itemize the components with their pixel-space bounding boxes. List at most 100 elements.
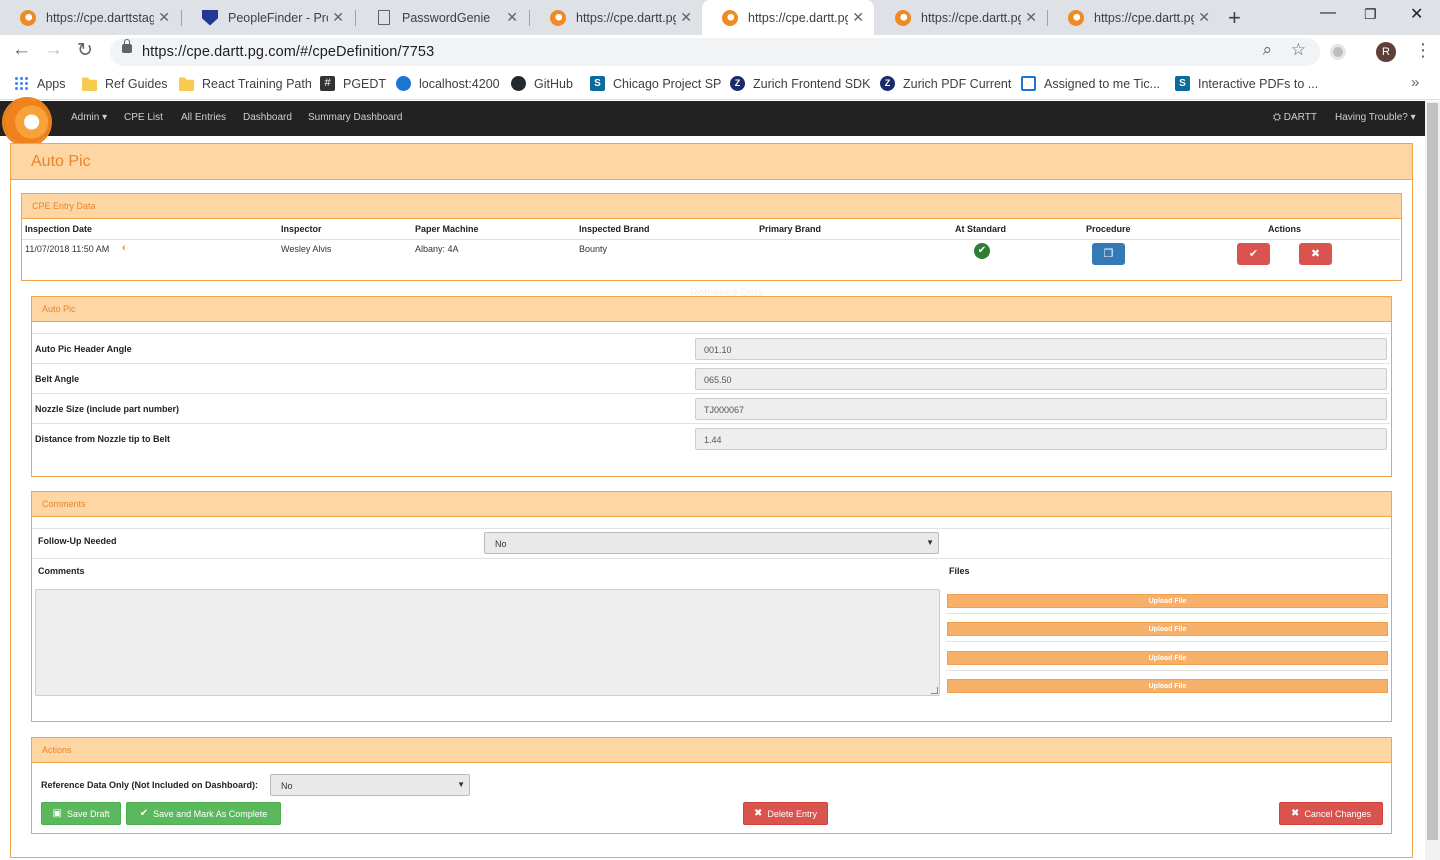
bookmark-zurich-pdf[interactable]: Z Zurich PDF Current	[880, 76, 1011, 91]
browser-tab[interactable]: https://cpe.dartt.pg.c ✕	[1048, 0, 1220, 35]
close-icon: ✖	[1291, 808, 1300, 819]
chevron-left-icon[interactable]: ‹	[122, 242, 126, 254]
bookmark-interactive-pdfs[interactable]: S Interactive PDFs to ...	[1175, 76, 1318, 91]
cell-paper-machine: Albany: 4A	[415, 244, 459, 254]
follow-up-select[interactable]: No ▼	[484, 532, 939, 554]
divider	[946, 641, 1389, 642]
browser-tab[interactable]: https://cpe.dartt.pg.c ✕	[530, 0, 702, 35]
follow-up-value: No	[495, 539, 507, 549]
bookmark-zurich-sdk[interactable]: Z Zurich Frontend SDK	[730, 76, 870, 91]
nav-having-trouble[interactable]: Having Trouble? ▾	[1335, 112, 1416, 123]
bookmark-label: localhost:4200	[419, 76, 500, 91]
field-label: Distance from Nozzle tip to Belt	[35, 434, 171, 444]
bookmark-assigned-tickets[interactable]: Assigned to me Tic...	[1021, 76, 1160, 91]
dartt-logo-icon[interactable]	[4, 99, 50, 145]
browser-tab-strip: https://cpe.darttstag ✕ PeopleFinder - P…	[0, 0, 1440, 35]
browser-tab[interactable]: https://cpe.darttstag ✕	[0, 0, 180, 35]
bookmark-label: Interactive PDFs to ...	[1198, 76, 1319, 91]
scrollbar-thumb[interactable]	[1427, 103, 1438, 840]
close-tab-icon[interactable]: ✕	[852, 9, 864, 26]
browser-menu-icon[interactable]: ⋮	[1414, 40, 1432, 61]
bookmark-apps[interactable]: Apps	[14, 76, 66, 91]
nav-all-entries[interactable]: All Entries	[181, 112, 226, 123]
close-tab-icon[interactable]: ✕	[680, 9, 692, 26]
forward-arrow-icon[interactable]: →	[44, 39, 63, 61]
bookmark-pgedt[interactable]: # PGEDT	[320, 76, 386, 91]
browser-tab[interactable]: https://cpe.dartt.pg.c ✕	[875, 0, 1047, 35]
extension-icon[interactable]	[1330, 44, 1346, 60]
bookmark-react-training[interactable]: React Training Path	[179, 76, 312, 91]
delete-entry-button[interactable]: ✖ Delete Entry	[743, 802, 828, 825]
profile-avatar[interactable]: R	[1376, 42, 1396, 62]
browser-tab[interactable]: PeopleFinder - Profil ✕	[182, 0, 354, 35]
bookmark-star-icon[interactable]: ☆	[1291, 40, 1306, 60]
upload-file-button[interactable]: Upload File	[947, 651, 1388, 665]
header-angle-input[interactable]: 001.10	[695, 338, 1387, 360]
nav-dashboard[interactable]: Dashboard	[243, 112, 292, 123]
divider	[32, 528, 1390, 529]
cancel-changes-button[interactable]: ✖ Cancel Changes	[1279, 802, 1383, 825]
close-tab-icon[interactable]: ✕	[1198, 9, 1210, 26]
auto-pic-panel-title: Auto Pic	[32, 297, 1391, 322]
browser-tab-active[interactable]: https://cpe.dartt.pg.c ✕	[702, 0, 874, 35]
save-complete-button[interactable]: ✔ Save and Mark As Complete	[126, 802, 281, 825]
nav-dartt[interactable]: ⛭ DARTT	[1273, 112, 1317, 123]
page-scrollbar[interactable]	[1425, 101, 1440, 860]
new-tab-icon[interactable]: +	[1228, 5, 1241, 31]
reference-data-select[interactable]: No ▼	[270, 774, 470, 796]
col-inspection-date: Inspection Date	[25, 224, 93, 234]
dartt-favicon-icon	[895, 9, 911, 26]
shield-favicon-icon	[202, 9, 218, 26]
nozzle-size-input[interactable]: TJ000067	[695, 398, 1387, 420]
upload-file-button[interactable]: Upload File	[947, 622, 1388, 636]
globe-icon	[396, 76, 411, 91]
zurich-icon: Z	[730, 76, 745, 91]
more-bookmarks-icon[interactable]: »	[1411, 74, 1419, 91]
upload-file-button[interactable]: Upload File	[947, 679, 1388, 693]
hash-icon: #	[320, 76, 335, 91]
address-bar[interactable]: https://cpe.dartt.pg.com/#/cpeDefinition…	[110, 38, 1320, 66]
check-icon: ✔	[1248, 248, 1259, 260]
folder-icon	[82, 77, 97, 91]
dartt-favicon-icon	[20, 9, 36, 26]
close-tab-icon[interactable]: ✕	[158, 9, 170, 26]
col-paper-machine: Paper Machine	[415, 224, 479, 234]
delete-entry-label: Delete Entry	[767, 808, 817, 819]
restore-icon[interactable]: ❐	[1364, 6, 1377, 23]
reload-icon[interactable]: ↻	[77, 39, 93, 62]
minimize-icon[interactable]: —	[1320, 4, 1336, 22]
back-arrow-icon[interactable]: ←	[12, 39, 31, 61]
tab-title: https://cpe.dartt.pg.c	[576, 10, 677, 25]
reject-entry-button[interactable]: ✖	[1299, 243, 1332, 265]
procedure-copy-button[interactable]: ❐	[1092, 243, 1125, 265]
tab-title: https://cpe.dartt.pg.c	[921, 10, 1022, 25]
close-tab-icon[interactable]: ✕	[506, 9, 518, 26]
close-tab-icon[interactable]: ✕	[1025, 9, 1037, 26]
url-text[interactable]: https://cpe.dartt.pg.com/#/cpeDefinition…	[142, 44, 434, 60]
nav-cpe-list[interactable]: CPE List	[124, 112, 163, 123]
bookmark-ref-guides[interactable]: Ref Guides	[82, 76, 168, 91]
close-window-icon[interactable]: ✕	[1410, 4, 1423, 24]
approve-entry-button[interactable]: ✔	[1237, 243, 1270, 265]
browser-tab[interactable]: PasswordGenie ✕	[356, 0, 528, 35]
table-divider	[22, 239, 1400, 240]
bookmark-localhost[interactable]: localhost:4200	[396, 76, 500, 91]
nav-admin[interactable]: Admin ▾	[71, 112, 107, 123]
files-label: Files	[949, 566, 970, 576]
nav-summary-dashboard[interactable]: Summary Dashboard	[308, 112, 402, 123]
comments-textarea[interactable]	[35, 589, 940, 696]
bookmark-label: Chicago Project SP	[613, 76, 722, 91]
upload-file-button[interactable]: Upload File	[947, 594, 1388, 608]
nav-dartt-label: DARTT	[1283, 112, 1317, 123]
close-icon: ✖	[1310, 248, 1321, 260]
belt-angle-input[interactable]: 065.50	[695, 368, 1387, 390]
nozzle-distance-input[interactable]: 1.44	[695, 428, 1387, 450]
cpe-entry-panel: CPE Entry Data	[21, 193, 1402, 281]
save-draft-button[interactable]: ▣ Save Draft	[41, 802, 121, 825]
bookmark-chicago-sp[interactable]: S Chicago Project SP	[590, 76, 721, 91]
zoom-icon[interactable]: ⌕	[1262, 40, 1272, 60]
cell-inspected-brand: Bounty	[579, 244, 608, 254]
ticket-icon	[1021, 76, 1036, 91]
close-tab-icon[interactable]: ✕	[332, 9, 344, 26]
bookmark-github[interactable]: GitHub	[511, 76, 573, 91]
